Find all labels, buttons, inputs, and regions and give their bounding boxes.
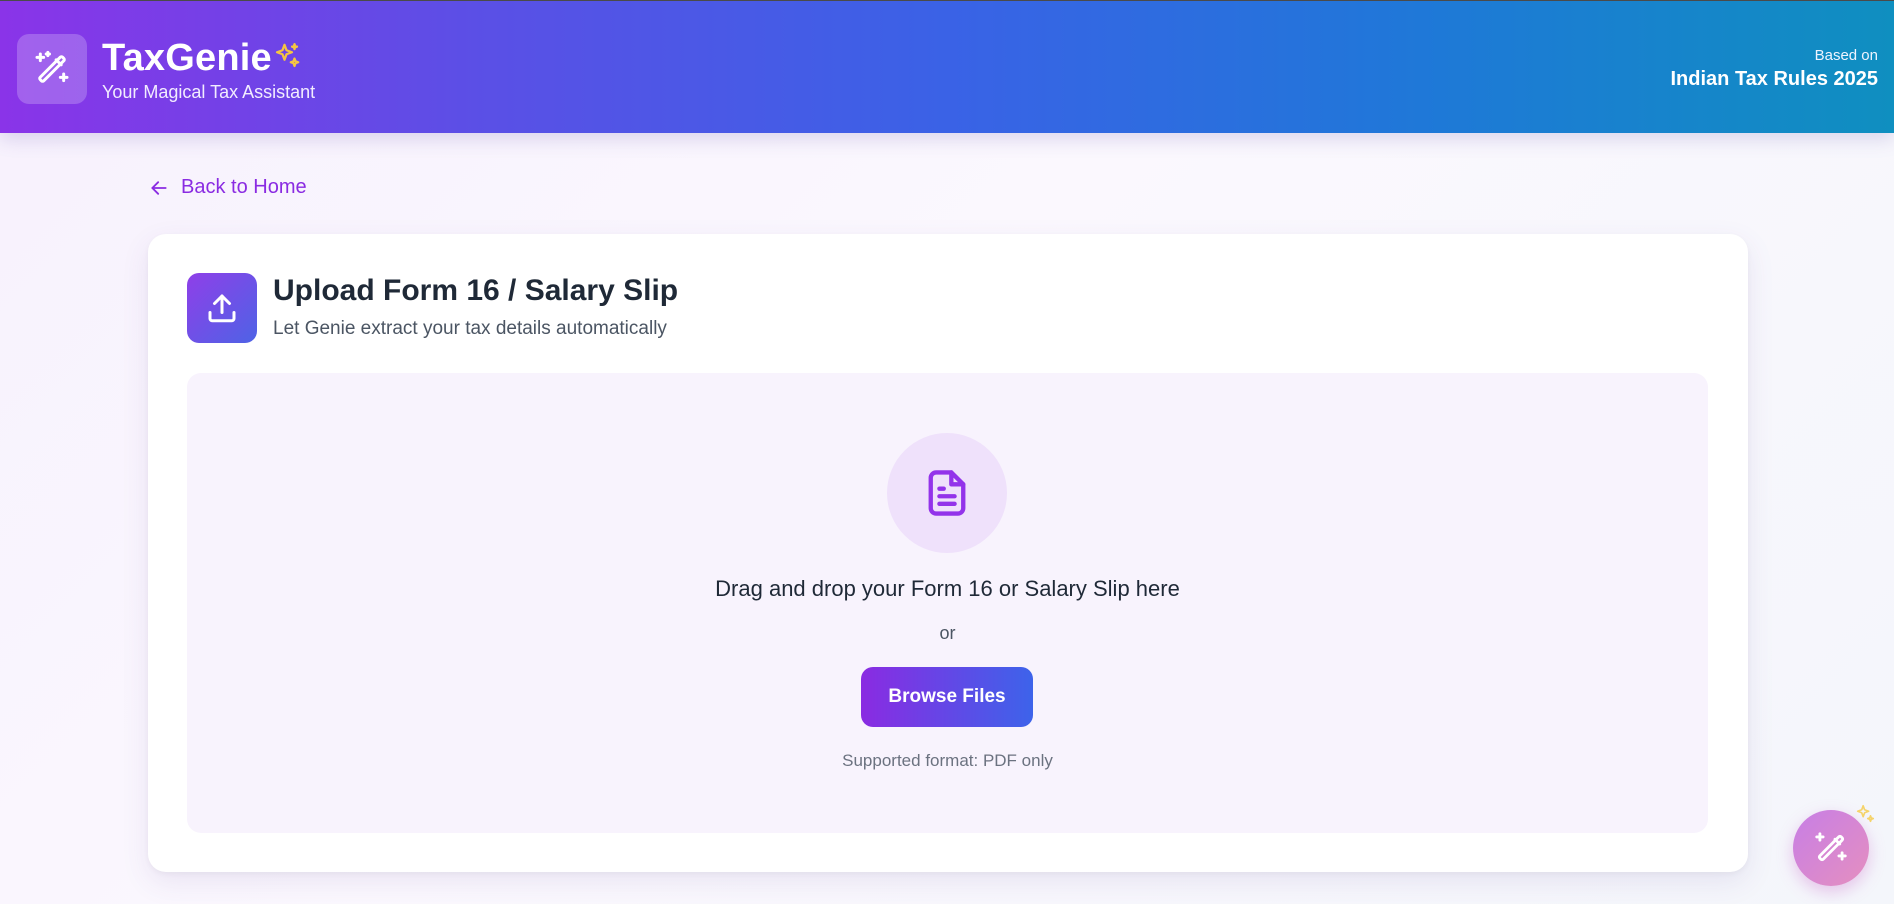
file-icon-circle [887,433,1007,553]
sparkles-icon [272,41,302,76]
upload-card: Upload Form 16 / Salary Slip Let Genie e… [148,234,1748,872]
based-on-label: Based on [1814,47,1878,64]
app-header: TaxGenie Your Magical Tax Assistant Base… [0,0,1894,133]
dropzone-instruction: Drag and drop your Form 16 or Salary Sli… [715,576,1180,601]
magic-wand-icon [1815,832,1847,862]
tax-rules-label: Indian Tax Rules 2025 [1670,68,1879,90]
upload-card-title: Upload Form 16 / Salary Slip [273,274,679,307]
upload-badge [187,273,257,343]
upload-card-subtitle: Let Genie extract your tax details autom… [273,318,667,339]
arrow-left-icon [151,180,167,195]
sparkles-icon [1854,803,1876,830]
browse-files-button[interactable]: Browse Files [861,667,1033,727]
magic-wand-icon [35,50,69,83]
app-subtitle: Your Magical Tax Assistant [102,82,316,102]
file-dropzone[interactable]: Drag and drop your Form 16 or Salary Sli… [187,373,1708,833]
app-title: TaxGenie [102,37,272,79]
upload-icon [208,294,236,323]
dropzone-or: or [939,623,956,643]
file-text-icon [928,470,966,516]
supported-format-note: Supported format: PDF only [842,751,1053,770]
back-to-home-label: Back to Home [181,176,307,198]
logo-badge [17,34,87,104]
back-to-home-link[interactable]: Back to Home [149,176,307,199]
